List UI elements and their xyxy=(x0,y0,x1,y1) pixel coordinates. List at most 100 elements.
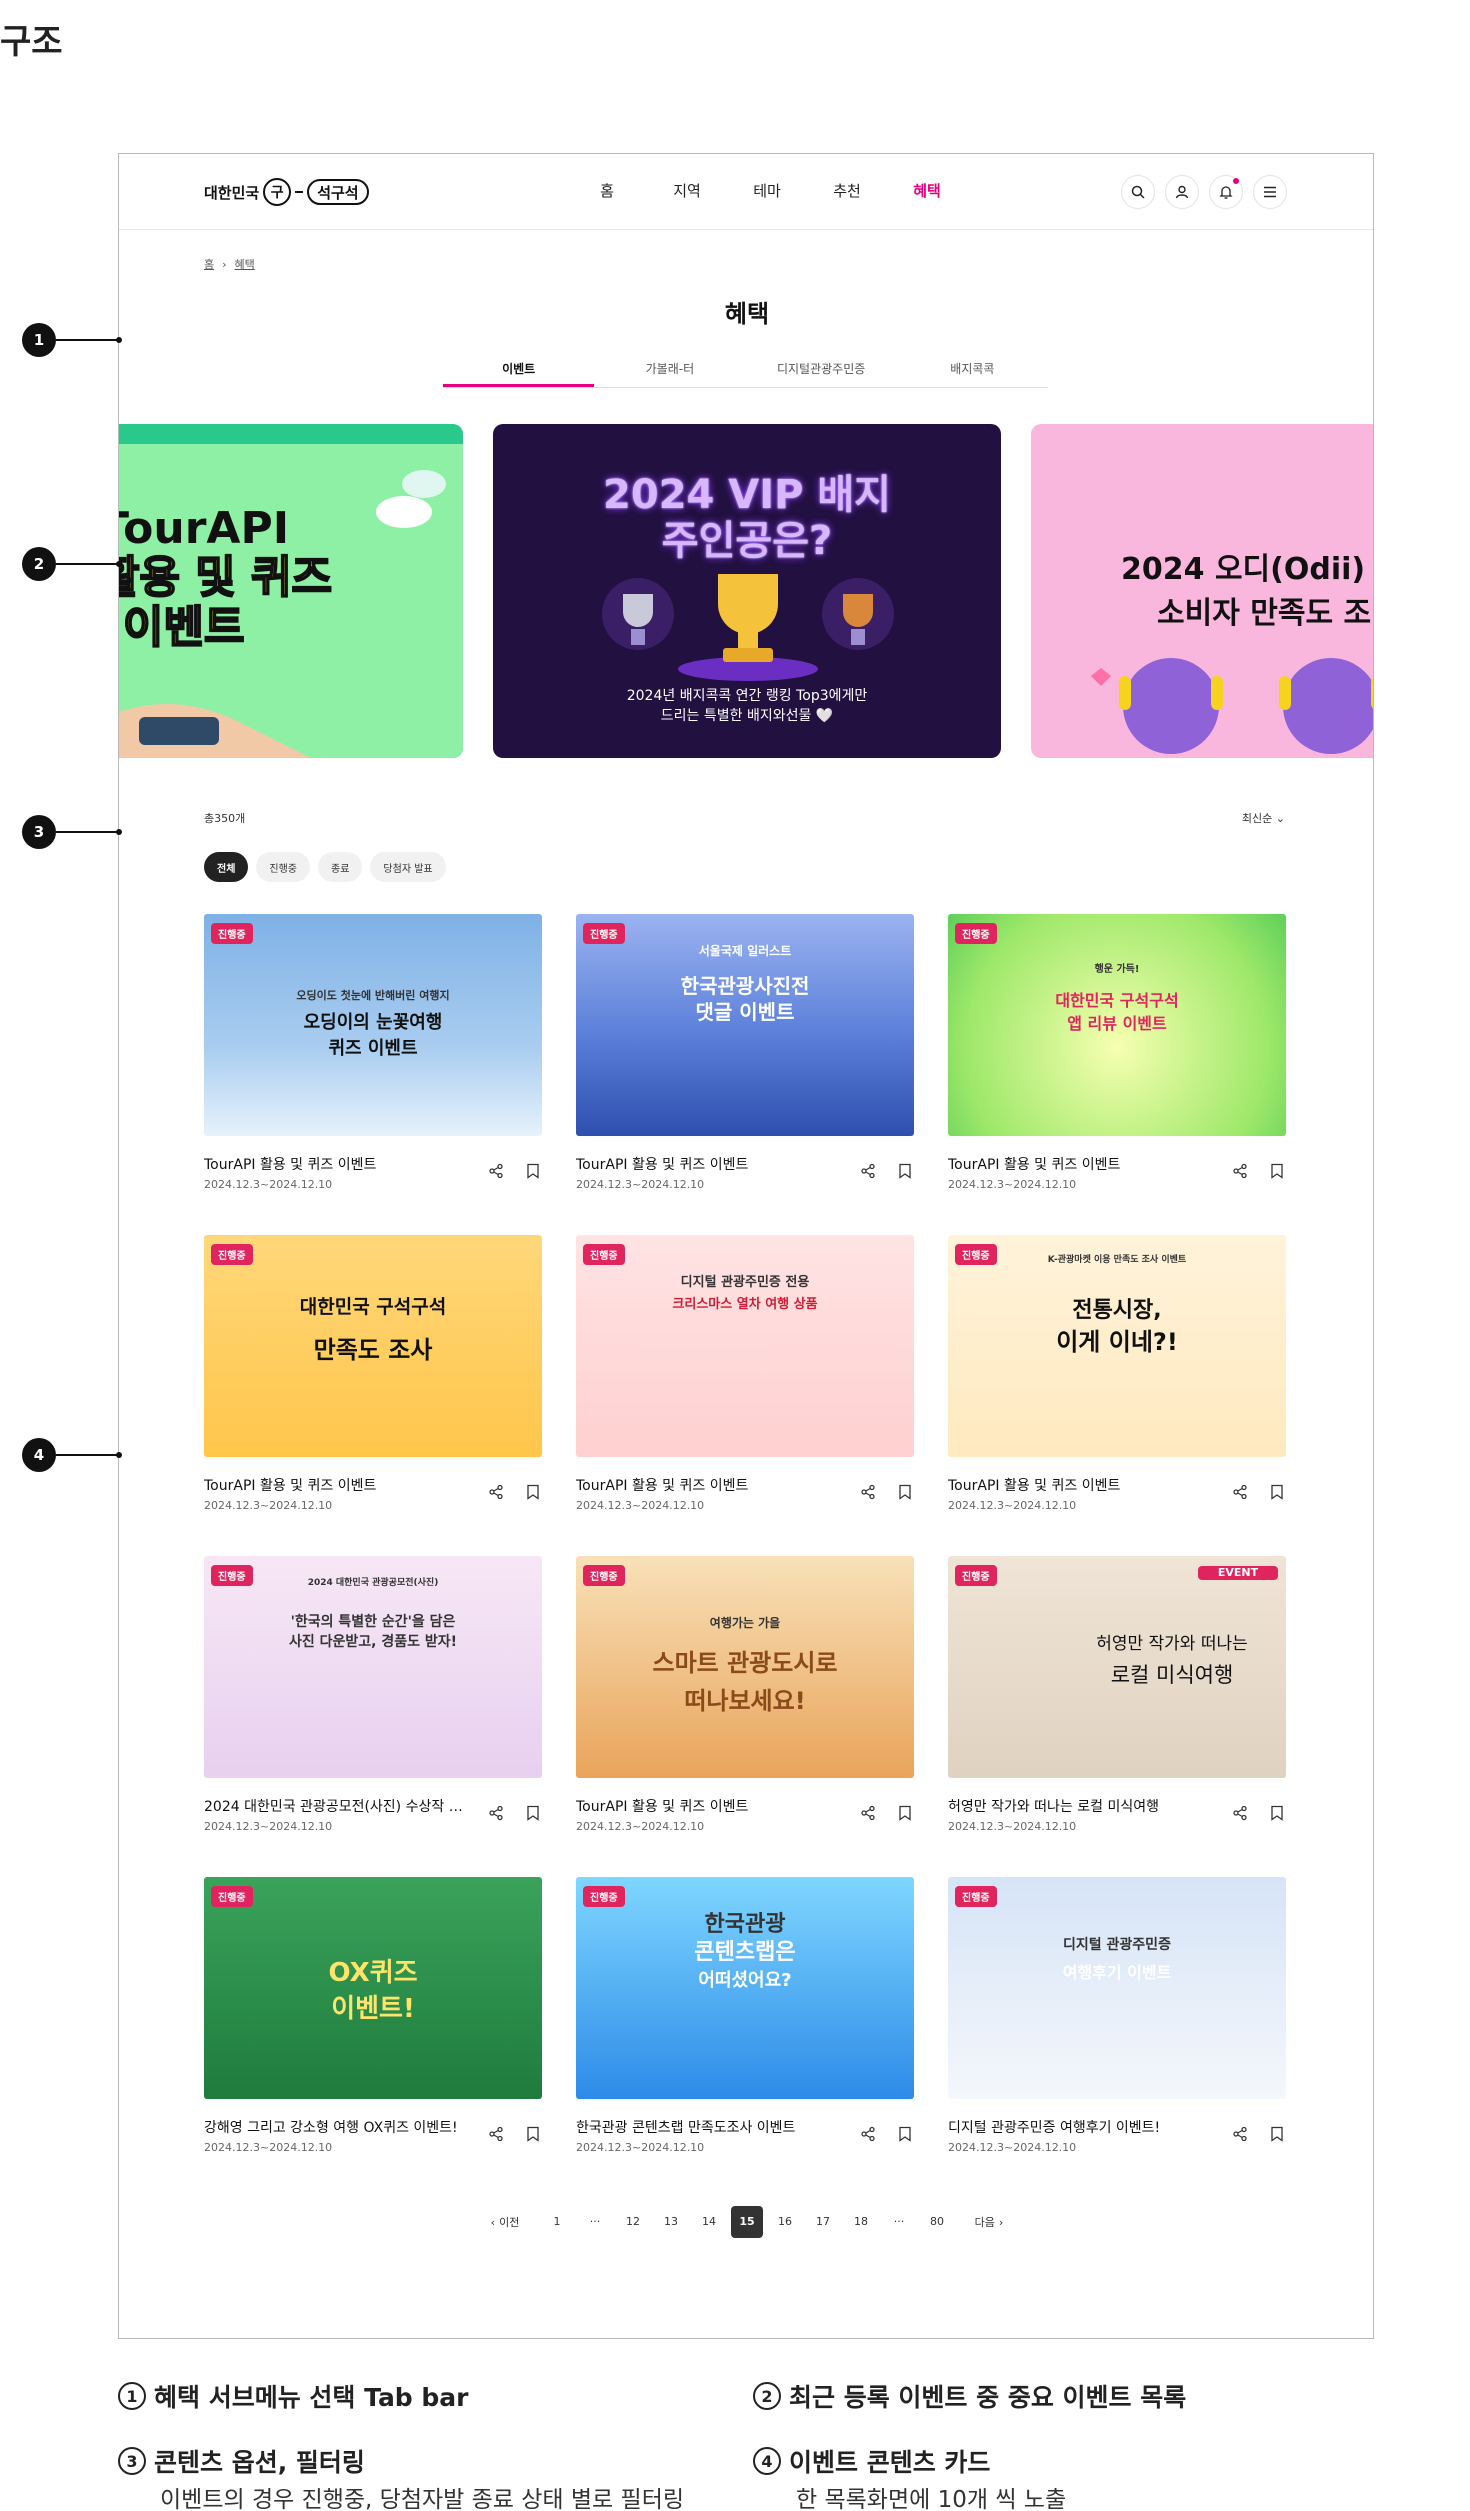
event-card-thumbnail[interactable]: 진행중 2024 대한민국 관광공모전(사진) '한국의 특별한 순간'을 담은 사진… xyxy=(204,1556,542,1778)
event-card-title[interactable]: 강해영 그리고 강소형 여행 OX퀴즈 이벤트! xyxy=(204,2117,474,2137)
nav-theme[interactable]: 테마 xyxy=(727,180,807,201)
page-16[interactable]: 16 xyxy=(766,2206,804,2238)
event-card[interactable]: 진행중 서울국제 일러스트 한국관광사진전 댓글 이벤트 TourAPI 활용 및 퀴즈… xyxy=(576,914,914,1204)
event-card-title[interactable]: TourAPI 활용 및 퀴즈 이벤트 xyxy=(576,1154,846,1174)
nav-region[interactable]: 지역 xyxy=(647,180,727,201)
bookmark-icon[interactable] xyxy=(526,2126,540,2142)
event-card[interactable]: 진행중 OX퀴즈 이벤트! 강해영 그리고 강소형 여행 OX퀴즈 이벤트! 2024.… xyxy=(204,1877,542,2167)
bookmark-icon[interactable] xyxy=(1270,1484,1284,1500)
nav-benefit[interactable]: 혜택 xyxy=(887,180,967,201)
site-logo[interactable]: 대한민국 구 석구석 xyxy=(204,178,369,206)
event-card-title[interactable]: TourAPI 활용 및 퀴즈 이벤트 xyxy=(576,1475,846,1495)
event-card-title[interactable]: TourAPI 활용 및 퀴즈 이벤트 xyxy=(204,1154,474,1174)
bookmark-icon[interactable] xyxy=(1270,1163,1284,1179)
event-card-thumbnail[interactable]: 진행중 행운 가득! 대한민국 구석구석 앱 리뷰 이벤트 xyxy=(948,914,1286,1136)
event-card[interactable]: 진행중 오딩이도 첫눈에 반해버린 여행지 오딩이의 눈꽃여행 퀴즈 이벤트 TourA… xyxy=(204,914,542,1204)
event-card-thumbnail[interactable]: 진행중 여행가는 가을 스마트 관광도시로 떠나보세요! xyxy=(576,1556,914,1778)
event-card[interactable]: 진행중 디지털 관광주민증 전용 크리스마스 열차 여행 상품 TourAPI 활용 … xyxy=(576,1235,914,1525)
event-card-title[interactable]: 2024 대한민국 관광공모전(사진) 수상작 선정 기념 이벤트 xyxy=(204,1796,474,1816)
event-card[interactable]: 진행중 2024 대한민국 관광공모전(사진) '한국의 특별한 순간'을 담은 사진… xyxy=(204,1556,542,1846)
event-card[interactable]: 진행중 EVENT 허영만 작가와 떠나는 로컬 미식여행허영만 작가와 떠나는 로컬… xyxy=(948,1556,1286,1846)
share-icon[interactable] xyxy=(860,1805,876,1821)
event-card-thumbnail[interactable]: 진행중 한국관광 콘텐츠랩은 어떠셨어요? xyxy=(576,1877,914,2099)
bookmark-icon[interactable] xyxy=(898,2126,912,2142)
event-card-thumbnail[interactable]: 진행중 EVENT 허영만 작가와 떠나는 로컬 미식여행 xyxy=(948,1556,1286,1778)
share-icon[interactable] xyxy=(488,1163,504,1179)
featured-banner-center[interactable]: 2024 VIP 배지 주인공은? 2024년 배지콕콕 연간 랭킹 Top3에… xyxy=(493,424,1001,758)
event-card-title[interactable]: TourAPI 활용 및 퀴즈 이벤트 xyxy=(576,1796,846,1816)
bookmark-icon[interactable] xyxy=(898,1805,912,1821)
page-14[interactable]: 14 xyxy=(690,2206,728,2238)
event-card-title[interactable]: TourAPI 활용 및 퀴즈 이벤트 xyxy=(948,1154,1218,1174)
tab-event[interactable]: 이벤트 xyxy=(443,352,595,387)
event-card-thumbnail[interactable]: 진행중 오딩이도 첫눈에 반해버린 여행지 오딩이의 눈꽃여행 퀴즈 이벤트 xyxy=(204,914,542,1136)
event-card[interactable]: 진행중 대한민국 구석구석 만족도 조사 TourAPI 활용 및 퀴즈 이벤트 202… xyxy=(204,1235,542,1525)
event-card-title[interactable]: 디지털 관광주민증 여행후기 이벤트! xyxy=(948,2117,1218,2137)
event-card-title[interactable]: 허영만 작가와 떠나는 로컬 미식여행 xyxy=(948,1796,1218,1816)
page-17[interactable]: 17 xyxy=(804,2206,842,2238)
share-icon[interactable] xyxy=(488,1484,504,1500)
bookmark-icon[interactable] xyxy=(898,1484,912,1500)
search-button[interactable] xyxy=(1121,175,1155,209)
nav-home[interactable]: 홈 xyxy=(567,180,647,201)
share-icon[interactable] xyxy=(860,1484,876,1500)
bookmark-icon[interactable] xyxy=(526,1805,540,1821)
event-card[interactable]: 진행중 여행가는 가을 스마트 관광도시로 떠나보세요! TourAPI 활용 및 퀴즈… xyxy=(576,1556,914,1846)
share-icon[interactable] xyxy=(860,1163,876,1179)
page-18[interactable]: 18 xyxy=(842,2206,880,2238)
share-icon[interactable] xyxy=(1232,1805,1248,1821)
bookmark-icon[interactable] xyxy=(1270,2126,1284,2142)
mypage-button[interactable] xyxy=(1165,175,1199,209)
page-12[interactable]: 12 xyxy=(614,2206,652,2238)
share-icon[interactable] xyxy=(488,1805,504,1821)
bookmark-icon[interactable] xyxy=(1270,1805,1284,1821)
featured-banner-right[interactable]: 2024 오디(Odii) 서 소비자 만족도 조 xyxy=(1031,424,1373,758)
bookmark-icon[interactable] xyxy=(526,1163,540,1179)
tab-digital-resident-card[interactable]: 디지털관광주민증 xyxy=(746,352,897,387)
event-card[interactable]: 진행중 한국관광 콘텐츠랩은 어떠셨어요? 한국관광 콘텐츠랩 만족도조사 이벤트 202… xyxy=(576,1877,914,2167)
breadcrumb-home[interactable]: 홈 xyxy=(204,256,214,272)
menu-button[interactable] xyxy=(1253,175,1287,209)
filter-ended[interactable]: 종료 xyxy=(318,852,363,882)
filter-ongoing[interactable]: 진행중 xyxy=(256,852,311,882)
page-1[interactable]: 1 xyxy=(538,2206,576,2238)
next-page-button[interactable]: 다음 › xyxy=(956,2214,1022,2230)
event-card[interactable]: 진행중 행운 가득! 대한민국 구석구석 앱 리뷰 이벤트 TourAPI 활용 및 퀴… xyxy=(948,914,1286,1204)
breadcrumb-current[interactable]: 혜택 xyxy=(235,256,255,272)
share-icon[interactable] xyxy=(1232,1163,1248,1179)
event-card-thumbnail[interactable]: 진행중 대한민국 구석구석 만족도 조사 xyxy=(204,1235,542,1457)
trophy-illustration xyxy=(602,574,894,681)
callout-marker-2: 2 xyxy=(22,547,56,581)
share-icon[interactable] xyxy=(1232,2126,1248,2142)
featured-banner-left[interactable]: TourAPI 활용 및 퀴즈 이벤트 xyxy=(119,424,463,758)
event-card[interactable]: 진행중 K-관광마켓 이용 만족도 조사 이벤트 전통시장, 이게 이네?! TourA… xyxy=(948,1235,1286,1525)
event-card-thumbnail[interactable]: 진행중 서울국제 일러스트 한국관광사진전 댓글 이벤트 xyxy=(576,914,914,1136)
event-card-thumbnail[interactable]: 진행중 디지털 관광주민증 전용 크리스마스 열차 여행 상품 xyxy=(576,1235,914,1457)
chevron-left-icon: ‹ xyxy=(490,2215,496,2229)
event-card-title[interactable]: TourAPI 활용 및 퀴즈 이벤트 xyxy=(204,1475,474,1495)
event-card[interactable]: 진행중 디지털 관광주민증 여행후기 이벤트 디지털 관광주민증 여행후기 이벤트! 2… xyxy=(948,1877,1286,2167)
page-80[interactable]: 80 xyxy=(918,2206,956,2238)
event-card-title[interactable]: 한국관광 콘텐츠랩 만족도조사 이벤트 xyxy=(576,2117,846,2137)
notification-button[interactable] xyxy=(1209,175,1243,209)
bookmark-icon[interactable] xyxy=(898,1163,912,1179)
bookmark-icon[interactable] xyxy=(526,1484,540,1500)
share-icon[interactable] xyxy=(488,2126,504,2142)
nav-recommend[interactable]: 추천 xyxy=(807,180,887,201)
event-card-thumbnail[interactable]: 진행중 K-관광마켓 이용 만족도 조사 이벤트 전통시장, 이게 이네?! xyxy=(948,1235,1286,1457)
page-13[interactable]: 13 xyxy=(652,2206,690,2238)
event-card-title[interactable]: TourAPI 활용 및 퀴즈 이벤트 xyxy=(948,1475,1218,1495)
prev-page-button[interactable]: ‹ 이전 xyxy=(472,2214,538,2230)
hamburger-icon xyxy=(1264,186,1276,198)
filter-all[interactable]: 전체 xyxy=(204,852,249,882)
event-card-thumbnail[interactable]: 진행중 디지털 관광주민증 여행후기 이벤트 xyxy=(948,1877,1286,2099)
thumbnail-text: OX퀴즈 xyxy=(328,1958,418,1988)
event-card-thumbnail[interactable]: 진행중 OX퀴즈 이벤트! xyxy=(204,1877,542,2099)
page-15-current[interactable]: 15 xyxy=(731,2206,763,2238)
tab-gabollaeter[interactable]: 가볼래-터 xyxy=(594,352,745,387)
share-icon[interactable] xyxy=(860,2126,876,2142)
sort-dropdown[interactable]: 최신순 ⌄ xyxy=(1242,810,1285,826)
tab-badge[interactable]: 배지콕콕 xyxy=(897,352,1048,387)
filter-winners[interactable]: 당첨자 발표 xyxy=(370,852,446,882)
share-icon[interactable] xyxy=(1232,1484,1248,1500)
